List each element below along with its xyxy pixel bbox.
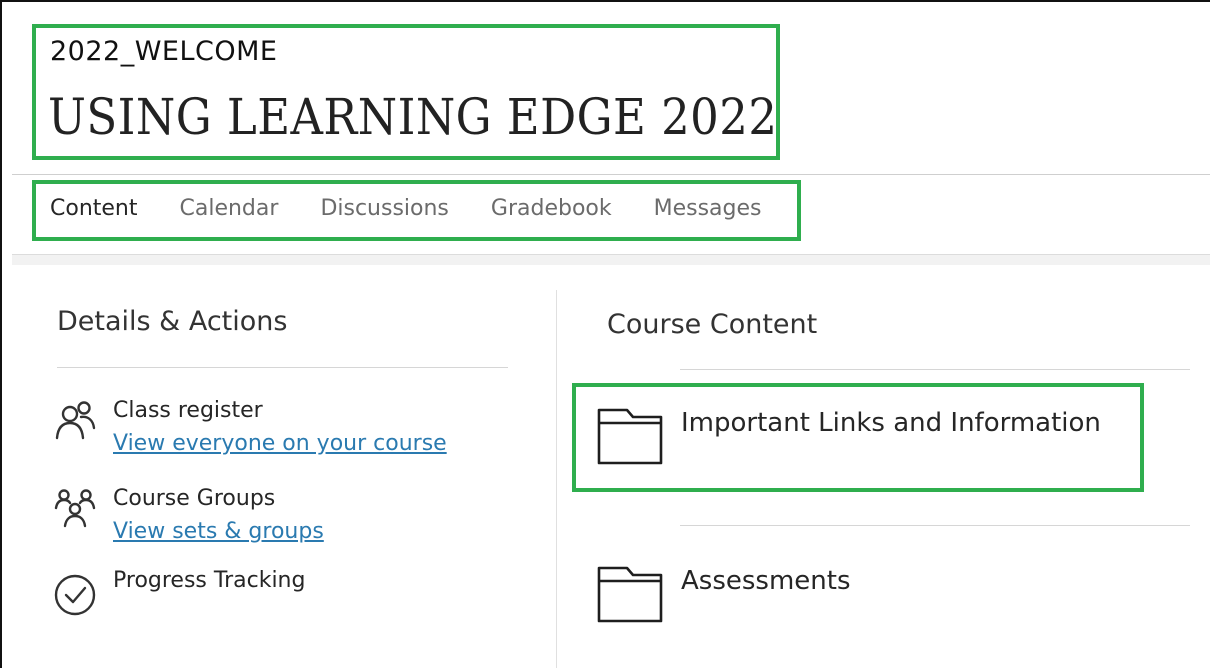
course-content-divider <box>680 525 1190 526</box>
course-content-title: Course Content <box>607 309 818 340</box>
details-actions-title: Details & Actions <box>57 306 288 337</box>
content-band <box>12 254 1210 265</box>
people-icon <box>55 401 96 440</box>
folder-label-assessments[interactable]: Assessments <box>681 566 851 596</box>
tabs-highlight-box <box>32 180 801 241</box>
view-everyone-link[interactable]: View everyone on your course <box>113 431 447 456</box>
view-sets-groups-link[interactable]: View sets & groups <box>113 519 324 544</box>
column-divider <box>556 290 557 668</box>
check-circle-icon <box>54 574 96 616</box>
folder-highlight-box <box>572 383 1144 492</box>
class-register-label: Class register <box>113 398 263 423</box>
progress-tracking-label[interactable]: Progress Tracking <box>113 568 305 593</box>
title-highlight-box <box>32 24 780 160</box>
details-divider <box>57 367 508 368</box>
course-groups-label: Course Groups <box>113 486 276 511</box>
header-divider <box>12 174 1210 175</box>
groups-icon <box>54 489 96 528</box>
course-content-divider <box>680 369 1190 370</box>
folder-icon <box>597 566 663 623</box>
